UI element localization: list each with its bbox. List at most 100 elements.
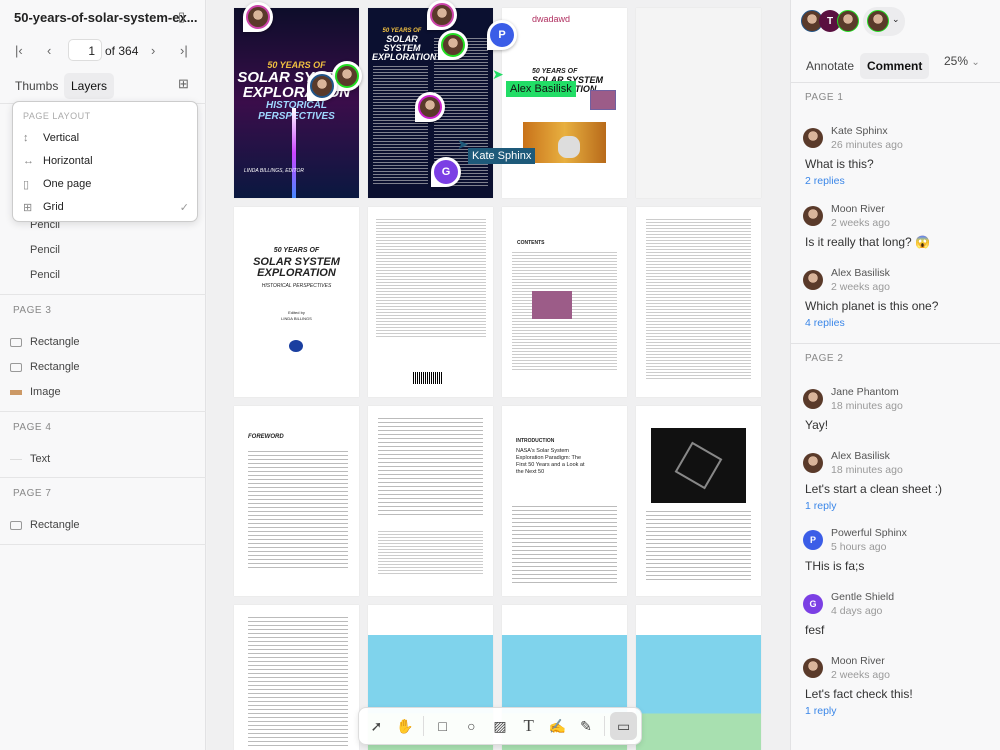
- grid-layout-icon[interactable]: ⊞: [178, 76, 189, 92]
- menu-item-horizontal[interactable]: ↔ Horizontal: [23, 151, 189, 171]
- avatar: [246, 5, 270, 29]
- document-title: 50-years-of-solar-system-ex...: [14, 10, 198, 25]
- comment-pin[interactable]: [415, 92, 445, 122]
- last-page-icon[interactable]: ›|: [180, 43, 188, 58]
- pencil-icon[interactable]: ✎: [573, 712, 600, 740]
- page-thumbnail-9[interactable]: FOREWORD: [234, 406, 359, 596]
- page-thumbnail-6[interactable]: [368, 207, 493, 397]
- rectangle-annotation[interactable]: [590, 90, 616, 110]
- cursor-label: Alex Basilisk: [506, 81, 576, 97]
- comment-time: 18 minutes ago: [831, 400, 903, 412]
- tab-thumbs[interactable]: Thumbs: [8, 73, 65, 99]
- zoom-select[interactable]: 25% ⌄: [944, 54, 980, 68]
- comment-pin[interactable]: P: [487, 20, 517, 50]
- comment-time: 2 weeks ago: [831, 669, 890, 681]
- husky-image[interactable]: [523, 122, 606, 163]
- page-heading: 50 YEARS OF: [273, 247, 320, 254]
- page-number-input[interactable]: 1: [68, 39, 102, 61]
- layer-item[interactable]: Rectangle: [10, 361, 80, 373]
- layer-section-page-7: PAGE 7: [13, 488, 52, 499]
- page-title: SOLAR SYSTEM EXPLORATION: [253, 256, 340, 279]
- menu-item-vertical[interactable]: ↕ Vertical: [23, 128, 189, 148]
- prev-page-icon[interactable]: ‹: [47, 43, 51, 58]
- layer-item[interactable]: Image: [10, 386, 61, 398]
- comment-pin[interactable]: [438, 30, 468, 60]
- next-page-icon[interactable]: ›: [151, 43, 155, 58]
- tab-comment[interactable]: Comment: [860, 53, 930, 79]
- page-thumbnail-11[interactable]: INTRODUCTION NASA's Solar System Explora…: [502, 406, 627, 596]
- replies-link[interactable]: 2 replies: [805, 175, 845, 187]
- page-thumbnail-7[interactable]: CONTENTS: [502, 207, 627, 397]
- hand-icon[interactable]: ✋: [392, 712, 419, 740]
- page-thumbnail-5[interactable]: 50 YEARS OF SOLAR SYSTEM EXPLORATION HIS…: [234, 207, 359, 397]
- menu-item-grid[interactable]: ⊞ Grid ✓: [23, 197, 189, 217]
- zoom-value: 25%: [944, 54, 969, 68]
- comment-section-header: PAGE 1: [805, 92, 844, 103]
- layer-item[interactable]: Pencil: [10, 244, 60, 256]
- avatar: G: [434, 160, 458, 184]
- page-thumbnail-1[interactable]: 50 YEARS OF SOLAR SYSTEM EXPLORATION HIS…: [234, 8, 359, 198]
- layer-label: Rectangle: [30, 519, 80, 531]
- comment-pin[interactable]: G: [431, 157, 461, 187]
- page-thumbnail-16[interactable]: [636, 605, 761, 750]
- page-title: SOLAR SYSTEM EXPLORATION: [372, 34, 437, 62]
- comment-icon[interactable]: ▭: [610, 712, 637, 740]
- select-icon[interactable]: ➚: [363, 712, 390, 740]
- comment-text: Yay!: [805, 418, 829, 432]
- comment-pin[interactable]: [427, 0, 457, 30]
- document-canvas[interactable]: 50 YEARS OF SOLAR SYSTEM EXPLORATION HIS…: [207, 0, 790, 750]
- rectangle-annotation[interactable]: [532, 291, 572, 319]
- replies-link[interactable]: 1 reply: [805, 500, 837, 512]
- layer-label: Pencil: [30, 244, 60, 256]
- comment-text: Which planet is this one?: [805, 299, 939, 313]
- rectangle-icon: [10, 337, 22, 347]
- avatar[interactable]: [837, 10, 859, 32]
- layer-item[interactable]: Pencil: [10, 269, 60, 281]
- text-icon[interactable]: T: [515, 712, 542, 740]
- user-menu-button[interactable]: ⌄: [863, 7, 905, 36]
- cursor-label: Kate Sphinx: [468, 148, 536, 164]
- comment-author: Powerful Sphinx: [831, 527, 907, 539]
- avatar: [803, 453, 823, 473]
- page-thumbnail-12[interactable]: [636, 406, 761, 596]
- avatar: [803, 270, 823, 290]
- page-thumbnail-8[interactable]: [636, 207, 761, 397]
- first-page-icon[interactable]: |‹: [15, 43, 23, 58]
- page-thumbnail-10[interactable]: [368, 406, 493, 596]
- page-heading: 50 YEARS OF: [532, 68, 578, 75]
- layer-item[interactable]: Text: [10, 453, 50, 465]
- page-thumbnail-4[interactable]: [636, 8, 761, 198]
- comment-pin[interactable]: [243, 2, 273, 32]
- foreword-heading: FOREWORD: [248, 434, 284, 440]
- comment-time: 2 weeks ago: [831, 217, 890, 229]
- tab-layers[interactable]: Layers: [64, 73, 115, 99]
- vertical-arrows-icon: ↕: [23, 132, 29, 144]
- layer-label: Pencil: [30, 269, 60, 281]
- avatar: [430, 3, 454, 27]
- replies-link[interactable]: 1 reply: [805, 705, 837, 717]
- highlighter-icon[interactable]: ✍: [544, 712, 571, 740]
- sidebar-toggle-icon[interactable]: ▯: [178, 9, 185, 25]
- rectangle-icon[interactable]: □: [429, 712, 456, 740]
- comment-time: 4 days ago: [831, 605, 883, 617]
- comment-author: Alex Basilisk: [831, 267, 890, 279]
- comment-author: Alex Basilisk: [831, 450, 890, 462]
- comment-pin[interactable]: [307, 71, 337, 101]
- rectangle-icon: [10, 362, 22, 372]
- tab-annotate[interactable]: Annotate: [799, 53, 861, 79]
- image-icon[interactable]: ▨: [487, 712, 514, 740]
- menu-item-one-page[interactable]: ▯ One page: [23, 174, 189, 194]
- page-subtitle: HISTORICAL PERSPECTIVES: [261, 283, 332, 289]
- page-thumbnail-3[interactable]: dwadawd 50 YEARS OF SOLAR SYSTEM EXPLORA…: [502, 8, 627, 198]
- nasa-logo: [289, 340, 303, 352]
- layer-label: Image: [30, 386, 61, 398]
- image-icon: [10, 389, 22, 395]
- layer-item[interactable]: Rectangle: [10, 336, 80, 348]
- layer-item[interactable]: Rectangle: [10, 519, 80, 531]
- page-thumbnail-13[interactable]: [234, 605, 359, 750]
- text-icon: [10, 458, 22, 460]
- comment-text: Is it really that long? 😱: [805, 235, 930, 249]
- circle-icon[interactable]: ○: [458, 712, 485, 740]
- avatar: [803, 206, 823, 226]
- replies-link[interactable]: 4 replies: [805, 317, 845, 329]
